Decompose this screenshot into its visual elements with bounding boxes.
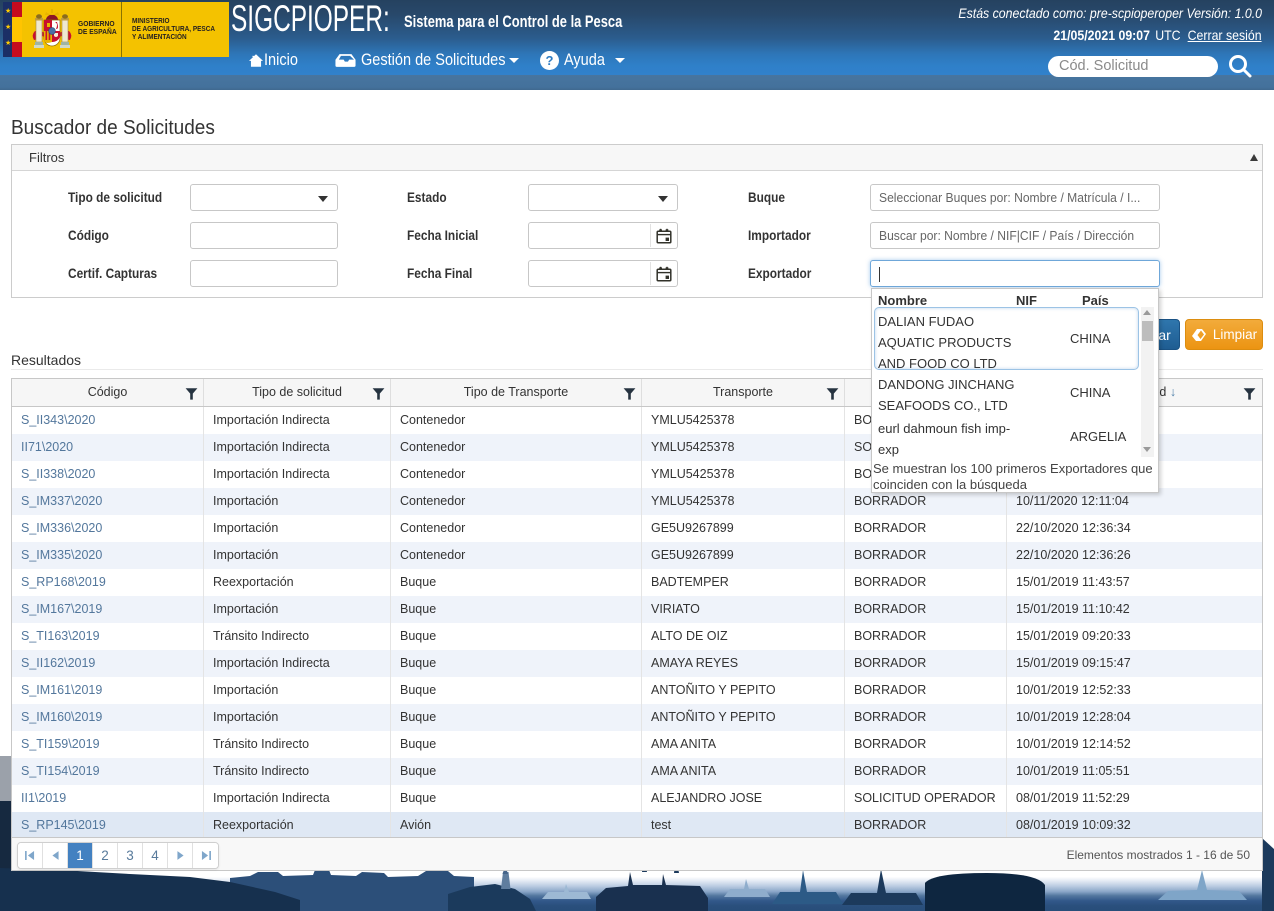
svg-text:?: ? [546, 53, 554, 68]
